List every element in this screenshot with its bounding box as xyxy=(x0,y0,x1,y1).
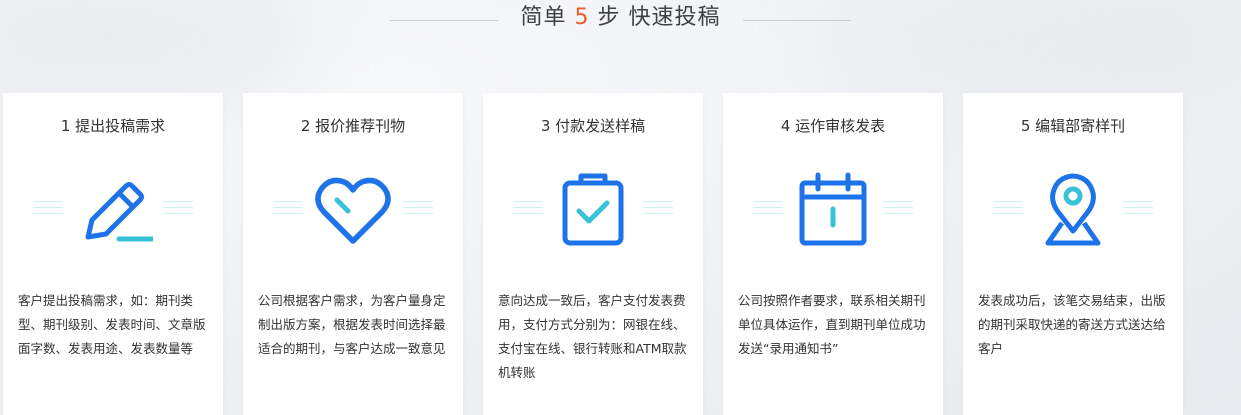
step-card-1: 1 提出投稿需求 客户提出投稿需求，如：期刊类型、期刊级别、发表时间、文章版面字… xyxy=(3,93,223,415)
step-icon-area xyxy=(243,171,463,249)
steps-list: 1 提出投稿需求 客户提出投稿需求，如：期刊类型、期刊级别、发表时间、文章版面字… xyxy=(3,93,1241,415)
step-description: 公司按照作者要求，联系相关期刊单位具体运作，直到期刊单位成功发送“录用通知书” xyxy=(738,293,926,356)
title-suffix: 步 快速投稿 xyxy=(597,5,721,30)
step-title: 5 编辑部寄样刊 xyxy=(1020,117,1126,135)
step-description: 意向达成一致后，客户支付发表费用，支付方式分别为：网银在线、支付宝在线、银行转账… xyxy=(498,293,687,380)
step-title: 3 付款发送样稿 xyxy=(540,117,646,135)
header-divider-left xyxy=(390,19,499,21)
step-title: 1 提出投稿需求 xyxy=(60,117,166,135)
step-description: 公司根据客户需求，为客户量身定制出版方案，根据发表时间选择最适合的期刊，与客户达… xyxy=(258,293,446,356)
clipboard-check-icon xyxy=(562,173,624,246)
step-card-2: 2 报价推荐刊物 公司根据客户需求，为客户量身定制出版方案，根据发表时间选择最适… xyxy=(243,93,463,415)
deco-lines-icon xyxy=(753,201,783,219)
deco-lines-icon xyxy=(643,201,673,219)
step-icon-area xyxy=(483,171,703,249)
step-description: 发表成功后，该笔交易结束，出版的期刊采取快递的寄送方式送达给客户 xyxy=(978,293,1166,356)
pencil-icon xyxy=(85,182,153,242)
title-prefix: 简单 xyxy=(520,5,567,30)
section-header: 简单 5 步 快速投稿 xyxy=(0,0,1241,40)
header-divider-right xyxy=(742,19,851,21)
deco-lines-icon xyxy=(513,201,543,219)
deco-lines-icon xyxy=(273,201,303,219)
deco-lines-icon xyxy=(883,201,913,219)
section-title: 简单 5 步 快速投稿 xyxy=(520,7,720,29)
step-icon-area xyxy=(3,171,223,249)
deco-lines-icon xyxy=(163,201,193,219)
step-icon-area xyxy=(723,171,943,249)
step-title: 2 报价推荐刊物 xyxy=(300,117,406,135)
heart-icon xyxy=(315,177,391,244)
deco-lines-icon xyxy=(403,201,433,219)
step-description: 客户提出投稿需求，如：期刊类型、期刊级别、发表时间、文章版面字数、发表用途、发表… xyxy=(18,293,206,356)
deco-lines-icon xyxy=(1123,201,1153,219)
deco-lines-icon xyxy=(33,201,63,219)
title-step-count: 5 xyxy=(574,5,590,30)
step-card-5: 5 编辑部寄样刊 发表成功后，该笔交易结束，出版的期刊采取快递的寄送方式送达给客… xyxy=(963,93,1183,415)
calendar-icon xyxy=(799,172,867,246)
step-title: 4 运作审核发表 xyxy=(780,117,886,135)
location-pin-icon xyxy=(1045,173,1101,246)
step-card-4: 4 运作审核发表 公司按照作者要求，联系相关期刊单位具体运作，直到期刊单位成功发… xyxy=(723,93,943,415)
deco-lines-icon xyxy=(993,201,1023,219)
step-card-3: 3 付款发送样稿 意向达成一致后，客户支付发表费用，支付方式分别为：网银在线、支… xyxy=(483,93,703,415)
step-icon-area xyxy=(963,171,1183,249)
